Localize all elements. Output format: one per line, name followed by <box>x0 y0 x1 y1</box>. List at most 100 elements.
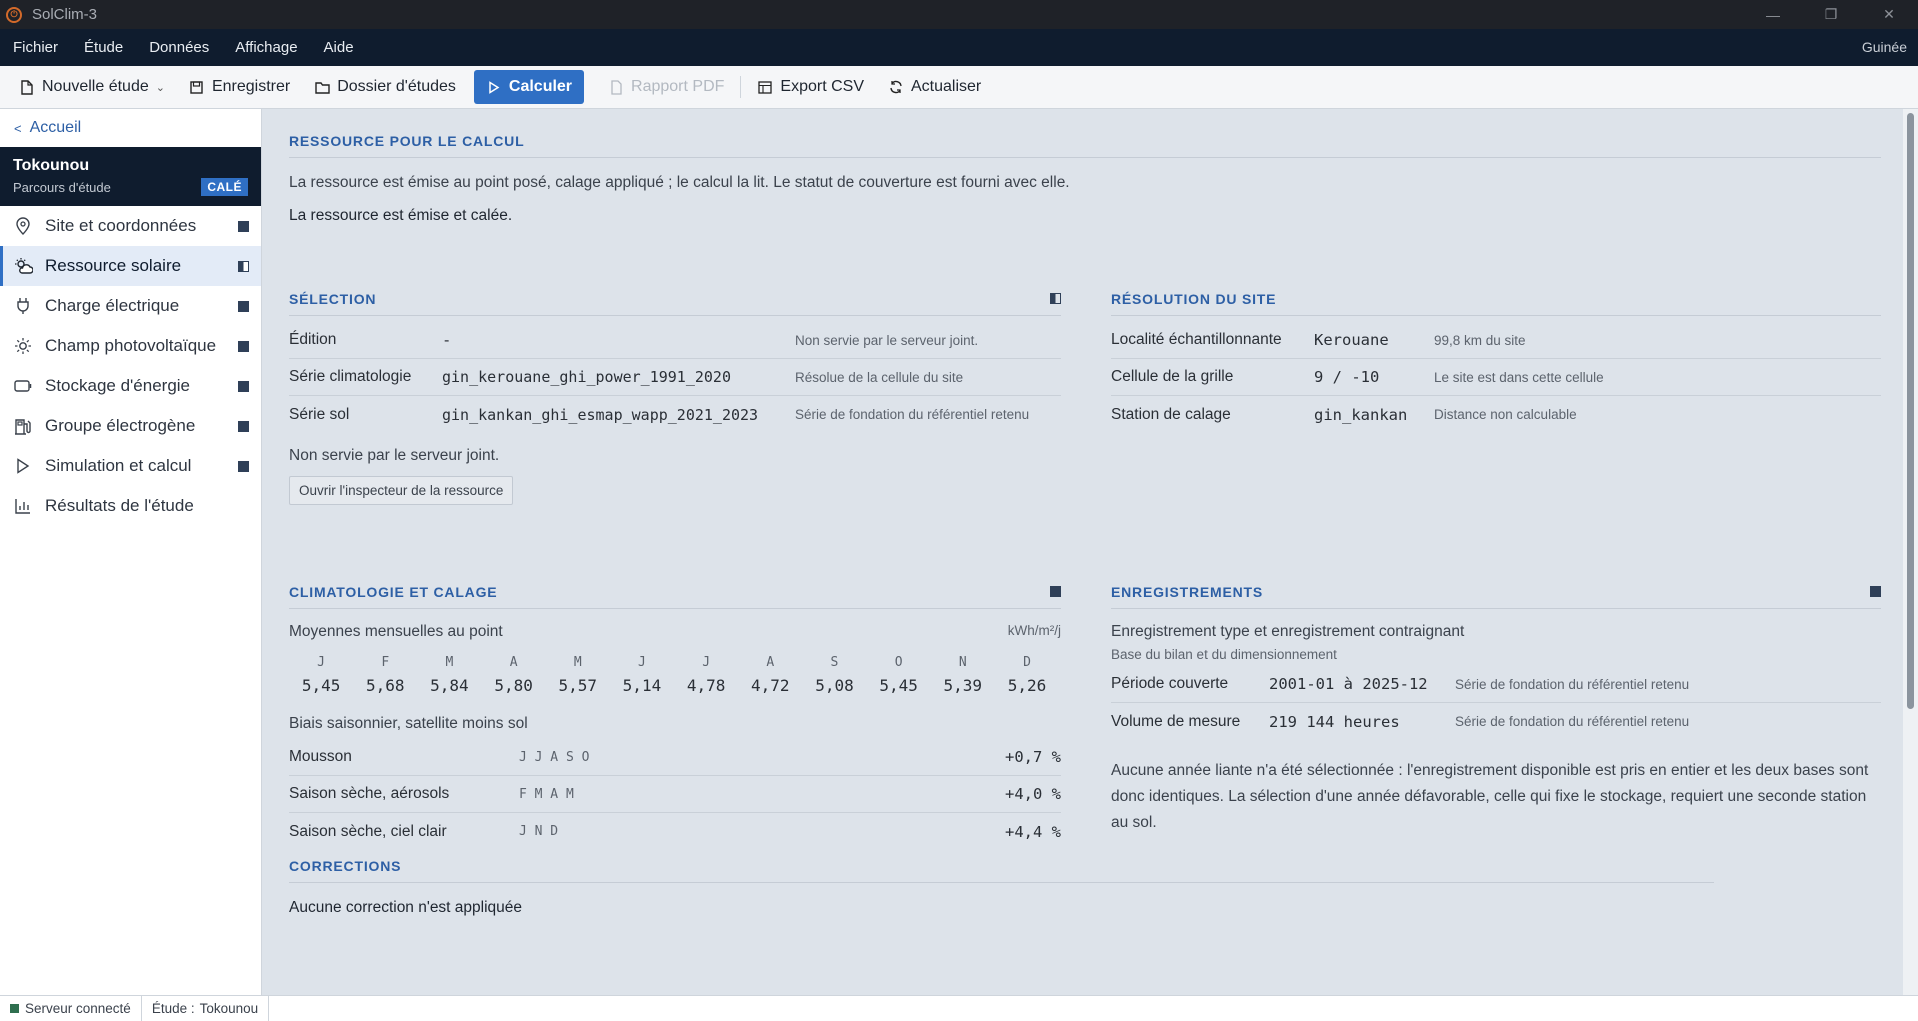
month-header: A <box>509 655 518 670</box>
row-value: gin_kankan <box>1314 405 1408 424</box>
refresh-button[interactable]: Actualiser <box>888 70 981 104</box>
export-csv-label: Export CSV <box>780 78 864 95</box>
play-icon <box>13 456 33 476</box>
minimize-icon[interactable]: — <box>1744 0 1802 29</box>
month-header: D <box>1023 655 1031 670</box>
month-header: N <box>958 655 967 670</box>
site-resolution-table: Localité échantillonnante Kerouane 99,8 … <box>1111 322 1881 433</box>
study-status-value: Tokounou <box>199 1001 259 1016</box>
section-title: ENREGISTREMENTS <box>1111 584 1264 600</box>
save-button[interactable]: Enregistrer <box>189 70 290 104</box>
sidebar-item-label: Ressource solaire <box>45 256 182 275</box>
table-row: Édition - Non servie par le serveur join… <box>289 322 1061 359</box>
compute-button[interactable]: Calculer <box>473 70 585 104</box>
window-controls: — ❐ ✕ <box>1744 0 1918 29</box>
corrections-text: Aucune correction n'est appliquée <box>289 899 523 916</box>
server-status-label: Serveur connecté <box>25 1001 131 1016</box>
section-title: CLIMATOLOGIE ET CALAGE <box>289 584 498 600</box>
back-to-home-link[interactable]: < Accueil <box>0 109 261 147</box>
study-folder-button[interactable]: Dossier d'études <box>314 70 456 104</box>
records-table: Période couverte 2001-01 à 2025-12 Série… <box>1111 666 1881 740</box>
month-header: M <box>445 655 454 670</box>
menu-donnees[interactable]: Données <box>149 39 209 56</box>
step-status-indicator <box>238 461 249 472</box>
sidebar-item-solar-resource[interactable]: Ressource solaire <box>0 246 261 286</box>
export-csv-button[interactable]: Export CSV <box>757 70 864 104</box>
month-value: 5,57 <box>558 676 598 695</box>
sidebar: < Accueil Tokounou Parcours d'étude CALÉ… <box>0 109 262 995</box>
table-row: Station de calage gin_kankan Distance no… <box>1111 396 1881 433</box>
menu-aide[interactable]: Aide <box>324 39 354 56</box>
folder-icon <box>314 79 330 95</box>
row-label: Édition <box>289 331 337 348</box>
sidebar-item-simulation[interactable]: Simulation et calcul <box>0 446 261 486</box>
month-value: 5,26 <box>1007 676 1047 695</box>
save-icon <box>189 79 205 95</box>
sidebar-item-label: Groupe électrogène <box>45 416 196 435</box>
save-label: Enregistrer <box>211 78 291 95</box>
sidebar-item-results[interactable]: Résultats de l'étude <box>0 486 261 526</box>
records-note: Aucune année liante n'a été sélectionnée… <box>1111 762 1869 831</box>
month-value: 5,39 <box>943 676 983 695</box>
resource-section: RESSOURCE POUR LE CALCUL La ressource es… <box>289 133 1881 225</box>
status-badge: CALÉ <box>201 178 248 196</box>
sidebar-item-site[interactable]: Site et coordonnées <box>0 206 261 246</box>
section-title: RESSOURCE POUR LE CALCUL <box>289 133 525 149</box>
main-scrollbar[interactable] <box>1903 109 1918 995</box>
month-value: 5,14 <box>622 676 662 695</box>
new-study-label: Nouvelle étude <box>42 78 149 95</box>
season-months: J N D <box>519 824 559 839</box>
month-header: J <box>317 655 325 670</box>
step-status-indicator <box>238 301 249 312</box>
section-status-indicator <box>1870 586 1881 597</box>
window-title: SolClim-3 <box>32 6 98 23</box>
season-label: Saison sèche, aérosols <box>289 785 450 802</box>
row-label: Station de calage <box>1111 405 1231 423</box>
scrollbar-thumb[interactable] <box>1907 113 1914 709</box>
month-value: 5,84 <box>430 676 469 695</box>
section-title: SÉLECTION <box>289 291 377 307</box>
compute-label: Calculer <box>508 78 573 95</box>
section-status-indicator <box>1050 293 1061 304</box>
new-study-button[interactable]: Nouvelle étude ⌄ <box>19 70 165 104</box>
sidebar-item-load[interactable]: Charge électrique <box>0 286 261 326</box>
menu-etude[interactable]: Étude <box>84 39 123 56</box>
chevron-left-icon: < <box>14 120 22 136</box>
month-header: O <box>894 655 903 670</box>
records-section: ENREGISTREMENTS Enregistrement type et e… <box>1111 584 1881 836</box>
menu-affichage[interactable]: Affichage <box>235 39 297 56</box>
divider <box>1111 315 1881 316</box>
row-value: 2001-01 à 2025-12 <box>1269 675 1428 693</box>
row-value: - <box>442 331 452 349</box>
sidebar-item-pv-field[interactable]: Champ photovoltaïque <box>0 326 261 366</box>
open-inspector-button[interactable]: Ouvrir l'inspecteur de la ressource <box>289 476 514 505</box>
seasonal-bias-table: Mousson J J A S O +0,7 % Saison sèche, a… <box>289 739 1061 850</box>
app-logo-icon: ⏻ <box>6 6 22 23</box>
sidebar-item-generator[interactable]: Groupe électrogène <box>0 406 261 446</box>
selection-footnote: Non servie par le serveur joint. <box>289 447 500 464</box>
step-status-indicator <box>238 221 249 232</box>
sidebar-item-storage[interactable]: Stockage d'énergie <box>0 366 261 406</box>
records-subtitle-2: Base du bilan et du dimensionnement <box>1111 647 1337 662</box>
main-content: RESSOURCE POUR LE CALCUL La ressource es… <box>263 109 1903 995</box>
toolbar-separator <box>740 76 742 98</box>
current-study-status: Étude : Tokounou <box>142 995 270 1021</box>
menu-fichier[interactable]: Fichier <box>13 39 58 56</box>
row-value: 219 144 heures <box>1269 712 1400 731</box>
season-label: Saison sèche, ciel clair <box>289 822 447 840</box>
divider <box>289 608 1061 609</box>
table-row: Saison sèche, ciel clair J N D +4,4 % <box>289 813 1061 850</box>
step-status-indicator <box>238 381 249 392</box>
pdf-report-button[interactable]: Rapport PDF <box>608 70 724 104</box>
plug-icon <box>13 296 33 316</box>
resource-description: La ressource est émise au point posé, ca… <box>289 174 1070 191</box>
season-months: J J A S O <box>519 749 590 765</box>
table-row: Saison sèche, aérosols F M A M +4,0 % <box>289 776 1061 813</box>
bias-value: +4,0 % <box>1005 785 1061 803</box>
month-values: 5,45 5,68 5,84 5,80 5,57 5,14 4,78 4,72 … <box>289 676 1059 695</box>
close-icon[interactable]: ✕ <box>1860 0 1918 29</box>
study-folder-label: Dossier d'études <box>337 78 456 95</box>
restore-icon[interactable]: ❐ <box>1802 0 1860 29</box>
country-label: Guinée <box>1861 39 1907 55</box>
map-pin-icon <box>13 216 33 236</box>
